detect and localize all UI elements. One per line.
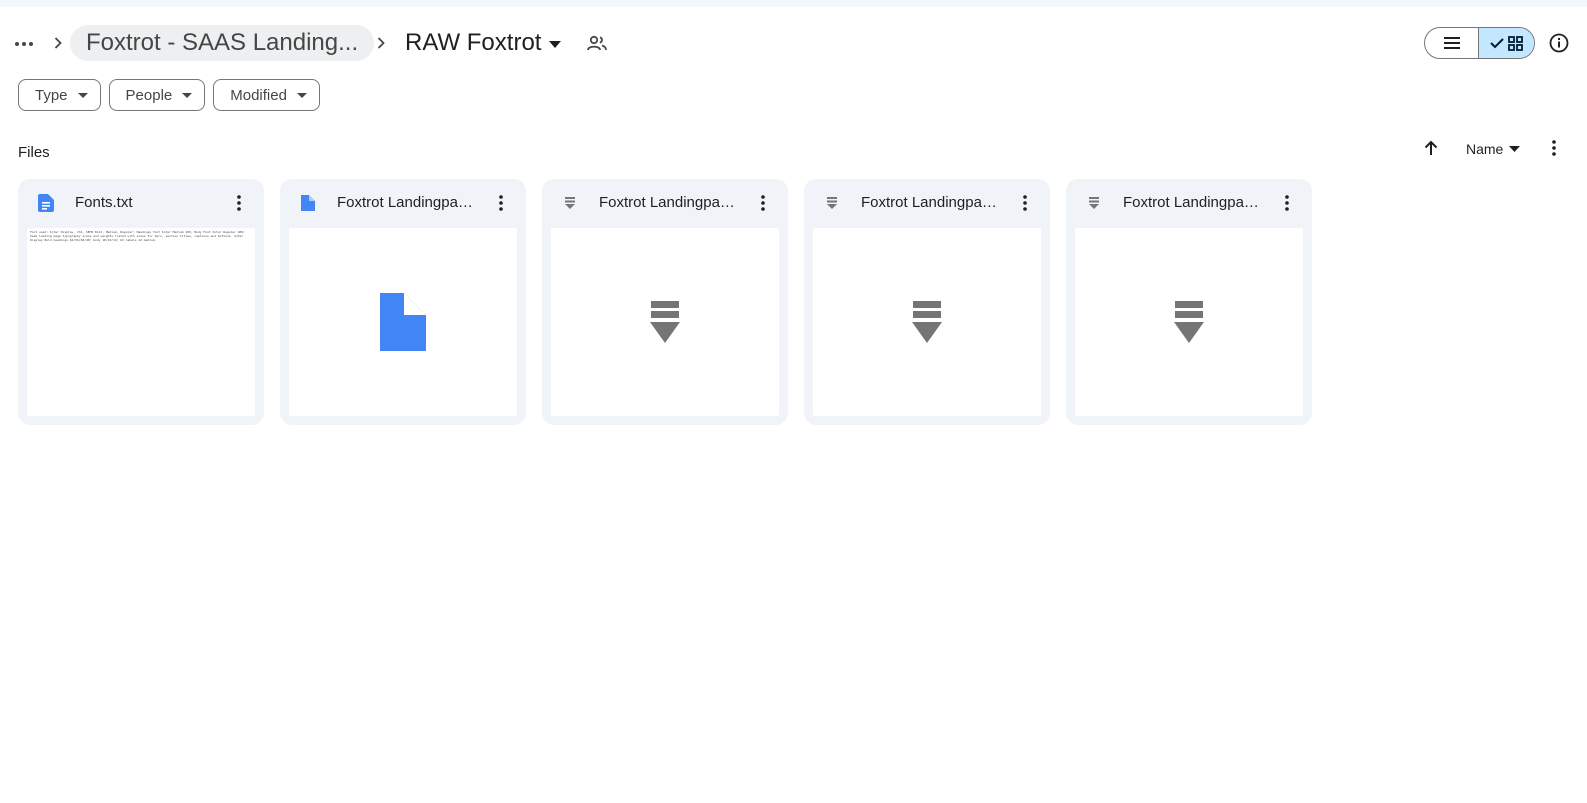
file-name: Foxtrot Landingpag... (1123, 194, 1263, 211)
filter-people[interactable]: People (108, 79, 206, 111)
file-thumbnail (1075, 228, 1303, 416)
files-section-label: Files (18, 144, 50, 161)
text-preview: Font used: Inter Display, CSS, SEMI Bold… (30, 230, 245, 242)
breadcrumb-current[interactable]: RAW Foxtrot (405, 25, 541, 61)
caret-down-icon (182, 90, 193, 100)
document-icon (380, 293, 426, 351)
more-vert-icon[interactable] (752, 192, 774, 214)
breadcrumb-parent[interactable]: Foxtrot - SAAS Landing... (70, 25, 375, 61)
info-icon[interactable] (1547, 31, 1571, 55)
file-thumbnail (813, 228, 1041, 416)
arrow-up-icon[interactable] (1420, 137, 1442, 159)
sort-label: Name (1466, 141, 1504, 157)
font-file-icon (560, 193, 580, 213)
filter-bar: Type People Modified (18, 79, 320, 111)
grid-view-icon (1508, 35, 1523, 51)
more-horiz-icon[interactable] (9, 29, 39, 59)
caret-down-icon (296, 90, 307, 100)
filter-modified[interactable]: Modified (213, 79, 320, 111)
font-file-icon (822, 193, 842, 213)
top-strip (0, 0, 1587, 7)
font-file-icon (1084, 193, 1104, 213)
file-card[interactable]: Foxtrot Landingpag... (542, 179, 788, 425)
file-name: Foxtrot Landingpag... (337, 194, 477, 211)
file-thumbnail (551, 228, 779, 416)
list-view-icon (1443, 37, 1460, 49)
header: Foxtrot - SAAS Landing... RAW Foxtrot (0, 22, 1587, 64)
list-view-button[interactable] (1425, 28, 1480, 58)
caret-down-icon (1509, 146, 1521, 152)
filter-type[interactable]: Type (18, 79, 101, 111)
chevron-right-icon (373, 33, 389, 53)
document-icon (36, 193, 56, 213)
file-name: Foxtrot Landingpag... (861, 194, 1001, 211)
more-vert-icon[interactable] (228, 192, 250, 214)
grid-view-button[interactable] (1479, 28, 1534, 58)
caret-down-icon[interactable] (545, 34, 565, 54)
shared-folder-icon (586, 32, 608, 54)
check-icon (1490, 38, 1504, 49)
more-vert-icon[interactable] (490, 192, 512, 214)
file-name: Foxtrot Landingpag... (599, 194, 739, 211)
file-grid: Fonts.txt Font used: Inter Display, CSS,… (18, 179, 1312, 425)
file-card[interactable]: Fonts.txt Font used: Inter Display, CSS,… (18, 179, 264, 425)
caret-down-icon (77, 90, 88, 100)
font-file-icon (650, 301, 680, 343)
file-card[interactable]: Foxtrot Landingpag... (1066, 179, 1312, 425)
font-file-icon (912, 301, 942, 343)
more-vert-icon[interactable] (1543, 137, 1565, 159)
chevron-right-icon (50, 33, 66, 53)
document-icon (298, 193, 318, 213)
filter-label: Type (35, 86, 68, 104)
more-vert-icon[interactable] (1014, 192, 1036, 214)
file-thumbnail: Font used: Inter Display, CSS, SEMI Bold… (27, 228, 255, 416)
file-name: Fonts.txt (75, 194, 133, 211)
file-thumbnail (289, 228, 517, 416)
more-vert-icon[interactable] (1276, 192, 1298, 214)
view-toggle (1424, 27, 1535, 59)
font-file-icon (1174, 301, 1204, 343)
file-card[interactable]: Foxtrot Landingpag... (280, 179, 526, 425)
sort-name-button[interactable]: Name (1466, 139, 1521, 159)
file-card[interactable]: Foxtrot Landingpag... (804, 179, 1050, 425)
filter-label: People (125, 86, 173, 104)
filter-label: Modified (230, 86, 287, 104)
